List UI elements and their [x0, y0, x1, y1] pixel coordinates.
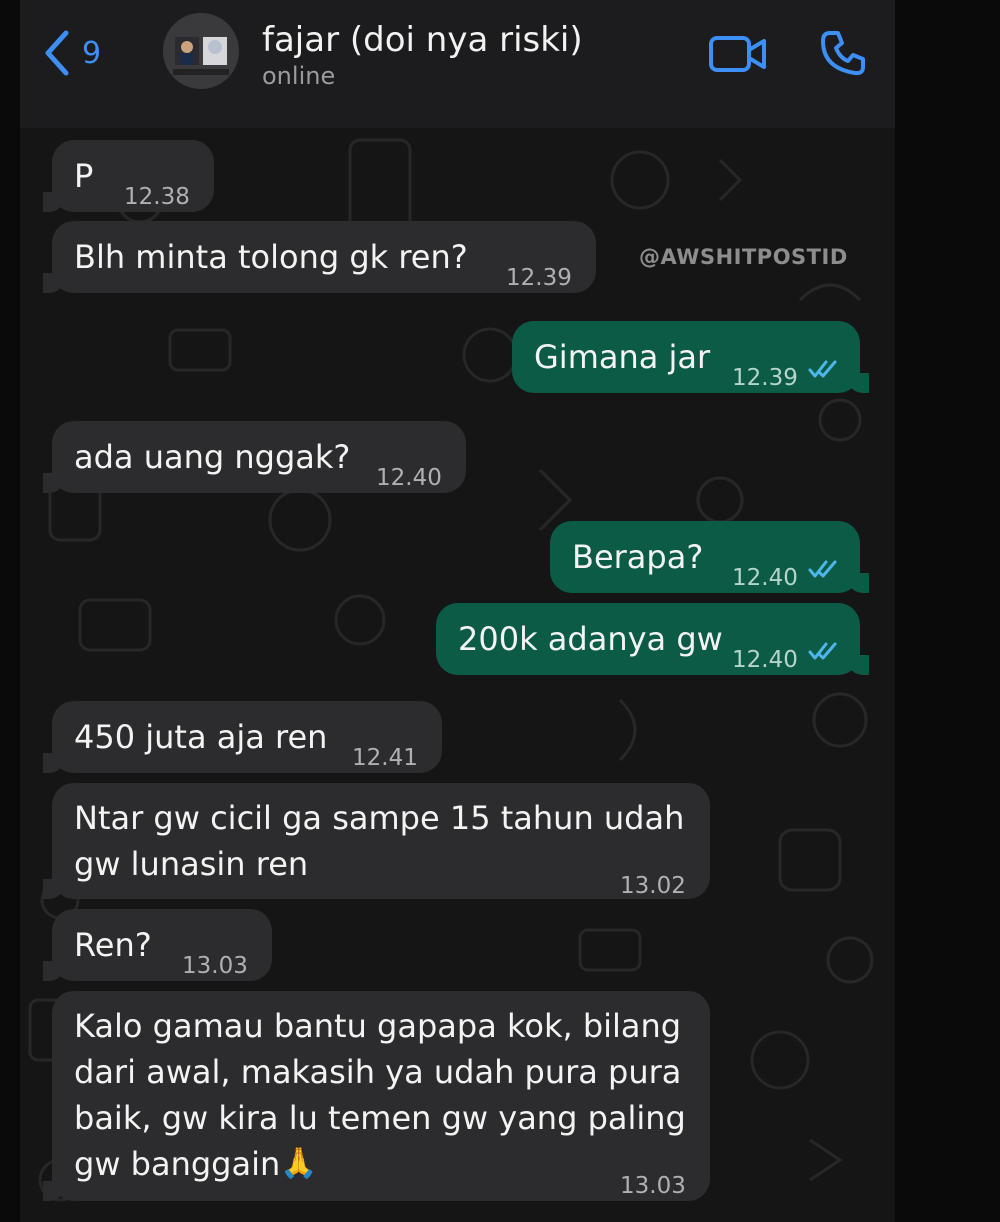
message-time: 12.38	[124, 184, 190, 210]
chat-window: 9 fajar (doi nya riski) online @AWSHITPO…	[20, 0, 895, 1222]
message-bubble-outgoing[interactable]: Berapa? 12.40	[550, 521, 869, 593]
message-time: 12.39	[732, 365, 798, 391]
message-text-line: Ntar gw cicil ga sampe 15 tahun udah	[74, 799, 685, 837]
message-bubble-incoming[interactable]: P 12.38	[43, 140, 214, 212]
avatar[interactable]	[163, 13, 239, 89]
contact-status: online	[262, 62, 336, 90]
message-text-line: gw lunasin ren	[74, 845, 309, 883]
double-check-icon	[808, 642, 837, 660]
contact-name[interactable]: fajar (doi nya riski)	[262, 20, 583, 60]
message-bubble-incoming[interactable]: ada uang nggak? 12.40	[43, 421, 466, 493]
double-check-icon	[808, 560, 837, 578]
voice-call-button[interactable]	[818, 28, 868, 82]
unread-count: 9	[82, 35, 102, 71]
video-call-icon	[709, 36, 766, 72]
message-time: 12.40	[732, 647, 798, 673]
double-check-icon	[808, 360, 837, 378]
message-bubble-incoming[interactable]: Kalo gamau bantu gapapa kok, bilang dari…	[43, 991, 710, 1201]
message-bubble-incoming[interactable]: 450 juta aja ren 12.41	[43, 701, 442, 773]
message-text-line: gw banggain	[74, 1145, 281, 1183]
message-time: 13.03	[620, 1173, 686, 1199]
message-bubble-incoming[interactable]: Blh minta tolong gk ren? 12.39	[43, 221, 596, 293]
message-text: Ren?	[74, 926, 152, 964]
message-bubble-incoming[interactable]: Ntar gw cicil ga sampe 15 tahun udah gw …	[43, 783, 710, 899]
message-time: 13.02	[620, 873, 686, 899]
message-text: ada uang nggak?	[74, 438, 351, 476]
chat-header: 9 fajar (doi nya riski) online	[20, 0, 895, 128]
folded-hands-emoji: 🙏	[280, 1146, 318, 1181]
back-button[interactable]: 9	[42, 28, 101, 78]
message-text: 200k adanya gw	[458, 620, 723, 658]
message-text-line: dari awal, makasih ya udah pura pura	[74, 1053, 682, 1091]
message-time: 13.03	[182, 953, 248, 979]
message-text: Berapa?	[572, 538, 704, 576]
message-text: Blh minta tolong gk ren?	[74, 238, 468, 276]
message-text: P	[74, 157, 94, 195]
message-time: 12.39	[506, 265, 572, 291]
phone-icon	[821, 31, 865, 76]
message-time: 12.41	[352, 745, 418, 771]
message-text: 450 juta aja ren	[74, 718, 328, 756]
message-time: 12.40	[376, 465, 442, 491]
message-text-line: Kalo gamau bantu gapapa kok, bilang	[74, 1007, 682, 1045]
message-bubble-outgoing[interactable]: Gimana jar 12.39	[512, 321, 869, 393]
video-call-button[interactable]	[708, 33, 768, 79]
message-bubble-incoming[interactable]: Ren? 13.03	[43, 909, 272, 981]
chevron-left-icon	[45, 30, 69, 76]
message-bubble-outgoing[interactable]: 200k adanya gw 12.40	[436, 603, 869, 675]
message-text-line: baik, gw kira lu temen gw yang paling	[74, 1099, 686, 1137]
message-time: 12.40	[732, 565, 798, 591]
watermark-text: @AWSHITPOSTID	[639, 245, 848, 269]
message-text: Gimana jar	[534, 338, 711, 376]
